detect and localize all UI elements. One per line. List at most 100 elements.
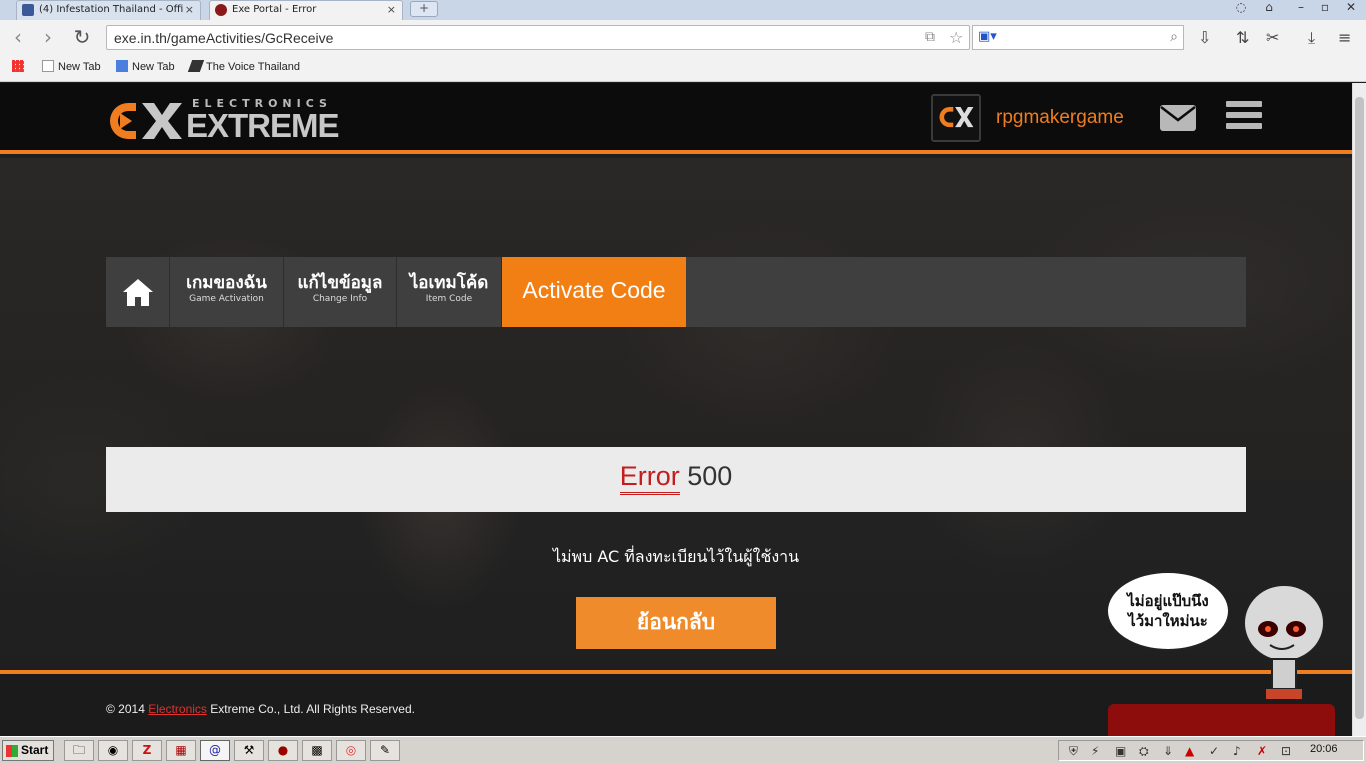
- copyright-suffix: Extreme Co., Ltd. All Rights Reserved.: [206, 702, 415, 716]
- microphone-icon: [187, 60, 205, 72]
- nav-label-en: Game Activation: [189, 294, 264, 304]
- security-icon[interactable]: ✓: [1209, 744, 1219, 758]
- bookmarks-bar: New Tab New Tab The Voice Thailand: [0, 56, 1366, 82]
- error-banner: Error 500: [106, 447, 1246, 512]
- nav-label-en: Change Info: [312, 294, 368, 304]
- url-text[interactable]: exe.in.th/gameActivities/GcReceive: [114, 30, 333, 46]
- nav-game-activation[interactable]: เกมของฉัน Game Activation: [170, 257, 284, 327]
- chat-icon[interactable]: ◌: [1230, 0, 1252, 16]
- menu-icon[interactable]: ≡: [1338, 28, 1351, 47]
- start-button[interactable]: Start: [2, 740, 54, 761]
- apps-icon[interactable]: [12, 60, 28, 74]
- facebook-icon: [22, 4, 34, 16]
- volume-icon[interactable]: ♪: [1233, 744, 1241, 758]
- bookmark-the-voice[interactable]: The Voice Thailand: [187, 60, 300, 74]
- browser-tab-strip: (4) Infestation Thailand - Offi × Exe Po…: [0, 0, 1366, 20]
- adobe-icon[interactable]: ▲: [1185, 744, 1194, 758]
- download-manager-icon[interactable]: ⇩: [1198, 28, 1211, 47]
- account-nav-bar: เกมของฉัน Game Activation แก้ไขข้อมูล Ch…: [106, 257, 1246, 327]
- nav-label-en: Item Code: [425, 294, 473, 304]
- paint-app-icon[interactable]: ✎: [370, 740, 400, 761]
- network-icon[interactable]: ⛭: [1139, 744, 1149, 759]
- nav-home[interactable]: [106, 257, 170, 327]
- scissors-icon[interactable]: ✂: [1266, 28, 1279, 47]
- start-label: Start: [21, 743, 49, 757]
- nav-label-th: แก้ไขข้อมูล: [297, 273, 383, 293]
- offline-chat-tab[interactable]: [1108, 704, 1335, 736]
- pin-icon[interactable]: ⌂: [1258, 0, 1280, 16]
- mascot-text-line2: ไว้มาใหม่นะ: [1128, 612, 1208, 630]
- spiral-app-icon[interactable]: @: [200, 740, 230, 761]
- mascot-speech-bubble: ไม่อยู่แป๊บนึง ไว้มาใหม่นะ: [1106, 571, 1230, 651]
- close-tab-icon[interactable]: ×: [185, 1, 194, 19]
- bookmark-star-icon[interactable]: ☆: [949, 28, 963, 47]
- nav-label-th: เกมของฉัน: [186, 273, 267, 293]
- windows-taskbar: Start 🗀 ◉ Z ▦ @ ⚒ ● ▩ ◎ ✎ ⛨ ⚡ ▣ ⛭ ⇓ ▲ ✓ …: [0, 736, 1366, 763]
- browser-tab-facebook[interactable]: (4) Infestation Thailand - Offi ×: [16, 0, 201, 20]
- update-icon[interactable]: ⇓: [1163, 744, 1173, 758]
- search-engine-icon[interactable]: ▣▾: [978, 29, 997, 44]
- error-code: 500: [687, 461, 733, 491]
- tray-misc-icon[interactable]: ⊡: [1281, 744, 1291, 758]
- avatar[interactable]: [931, 94, 981, 142]
- copyright-text: © 2014 Electronics Extreme Co., Ltd. All…: [106, 702, 415, 716]
- power-icon[interactable]: ✗: [1257, 744, 1267, 758]
- exe-app-icon[interactable]: ●: [268, 740, 298, 761]
- address-bar[interactable]: exe.in.th/gameActivities/GcReceive ⧉ ☆: [106, 25, 970, 50]
- back-icon[interactable]: ‹: [6, 26, 30, 50]
- web-page: ELECTRONICS EXTREME rpgmakergame เกมของฉ…: [0, 83, 1352, 736]
- nav-item-code[interactable]: ไอเทมโค้ด Item Code: [397, 257, 502, 327]
- folder-tray-icon[interactable]: ▣: [1115, 744, 1126, 758]
- shield-icon[interactable]: ⛨: [1069, 744, 1078, 759]
- minimize-icon[interactable]: –: [1290, 0, 1312, 16]
- scrollbar-thumb[interactable]: [1355, 97, 1364, 719]
- site-header: ELECTRONICS EXTREME rpgmakergame: [0, 83, 1352, 154]
- bookmark-label: New Tab: [58, 61, 101, 73]
- forward-icon[interactable]: ›: [36, 26, 60, 50]
- explorer-icon[interactable]: 🗀: [64, 740, 94, 761]
- tool-app-icon[interactable]: ⚒: [234, 740, 264, 761]
- reload-icon[interactable]: ↻: [70, 26, 94, 50]
- z-app-icon[interactable]: Z: [132, 740, 162, 761]
- sync-icon[interactable]: ⇅: [1236, 28, 1249, 47]
- search-box[interactable]: ▣▾ ⌕: [972, 25, 1184, 50]
- copyright-prefix: © 2014: [106, 702, 149, 716]
- error-heading: Error 500: [106, 461, 1246, 495]
- clock[interactable]: 20:06: [1310, 743, 1338, 755]
- eye-app-icon[interactable]: ◉: [98, 740, 128, 761]
- exe-favicon-icon: [215, 4, 227, 16]
- mail-icon[interactable]: [1160, 105, 1196, 131]
- close-tab-icon[interactable]: ×: [387, 1, 396, 19]
- bookmark-new-tab-google[interactable]: New Tab: [116, 60, 175, 74]
- film-app-icon[interactable]: ▩: [302, 740, 332, 761]
- browser-tab-exe-portal[interactable]: Exe Portal - Error ×: [209, 0, 403, 20]
- username[interactable]: rpgmakergame: [996, 107, 1124, 129]
- page-scrollbar[interactable]: [1352, 83, 1366, 736]
- search-icon[interactable]: ⌕: [1170, 29, 1178, 45]
- game-app-icon[interactable]: ▦: [166, 740, 196, 761]
- tab-title: Exe Portal - Error: [232, 4, 317, 15]
- error-message: ไม่พบ AC ที่ลงทะเบียนไว้ในผู้ใช้งาน: [552, 547, 800, 566]
- tool-tray-icon[interactable]: ⚡: [1091, 744, 1099, 758]
- hamburger-menu-icon[interactable]: [1226, 101, 1262, 133]
- electronics-link[interactable]: Electronics: [148, 702, 207, 716]
- nav-activate-code[interactable]: Activate Code: [502, 257, 686, 327]
- error-word: Error: [619, 461, 680, 495]
- bookmark-label: The Voice Thailand: [206, 61, 300, 73]
- nav-change-info[interactable]: แก้ไขข้อมูล Change Info: [284, 257, 397, 327]
- bookmark-new-tab[interactable]: New Tab: [42, 60, 101, 74]
- tab-title: (4) Infestation Thailand - Offi: [39, 4, 184, 15]
- page-icon: [42, 60, 54, 72]
- exe-avatar-icon: [939, 107, 974, 128]
- nav-activate-label: Activate Code: [522, 277, 666, 303]
- chrome-icon[interactable]: ◎: [336, 740, 366, 761]
- close-window-icon[interactable]: ✕: [1340, 0, 1362, 16]
- back-button[interactable]: ย้อนกลับ: [576, 597, 776, 649]
- bookmark-label: New Tab: [132, 61, 175, 73]
- zombie-mascot-icon: [1243, 584, 1325, 699]
- new-tab-button[interactable]: +: [410, 1, 438, 17]
- site-logo[interactable]: ELECTRONICS EXTREME: [106, 93, 351, 145]
- maximize-icon[interactable]: ▫: [1314, 0, 1336, 16]
- download-icon[interactable]: ⤓: [1308, 28, 1315, 48]
- translate-icon[interactable]: ⧉: [925, 29, 935, 45]
